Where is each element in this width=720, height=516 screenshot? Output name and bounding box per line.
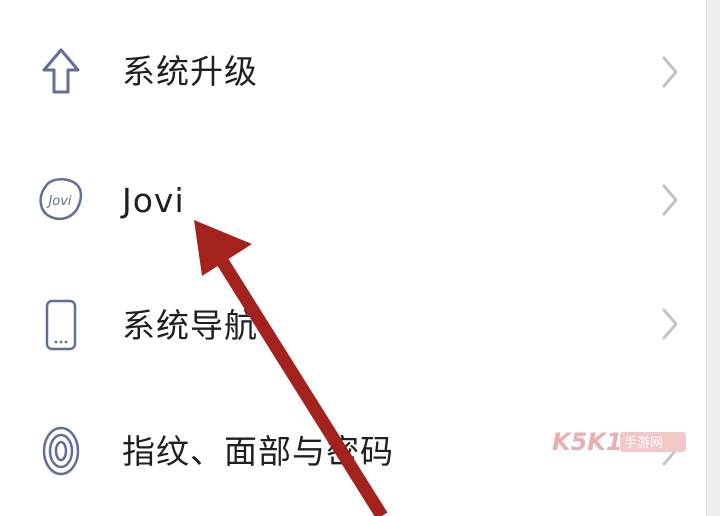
settings-item-system-navigation[interactable]: 系统导航 <box>0 276 706 376</box>
settings-item-jovi[interactable]: Jovi Jovi <box>0 152 706 252</box>
svg-text:Jovi: Jovi <box>45 194 71 209</box>
chevron-right-icon <box>656 180 684 220</box>
settings-item-label: 系统导航 <box>122 306 258 345</box>
settings-item-label: Jovi <box>122 181 185 220</box>
settings-item-system-upgrade[interactable]: 系统升级 <box>0 22 706 122</box>
chevron-right-icon <box>656 304 684 344</box>
phone-outline-icon <box>36 298 86 354</box>
chevron-right-icon <box>656 52 684 92</box>
settings-item-label: 系统升级 <box>122 52 258 91</box>
jovi-logo-icon: Jovi <box>36 172 86 228</box>
svg-text:手游网: 手游网 <box>624 436 663 451</box>
settings-item-label: 指纹、面部与密码 <box>122 432 394 471</box>
upload-arrow-icon <box>36 44 86 100</box>
scrollbar-rail <box>706 0 720 516</box>
svg-text:K5K1: K5K1 <box>552 428 623 456</box>
fingerprint-icon <box>36 424 86 480</box>
watermark-logo: K5K1 手游网 <box>552 426 702 456</box>
